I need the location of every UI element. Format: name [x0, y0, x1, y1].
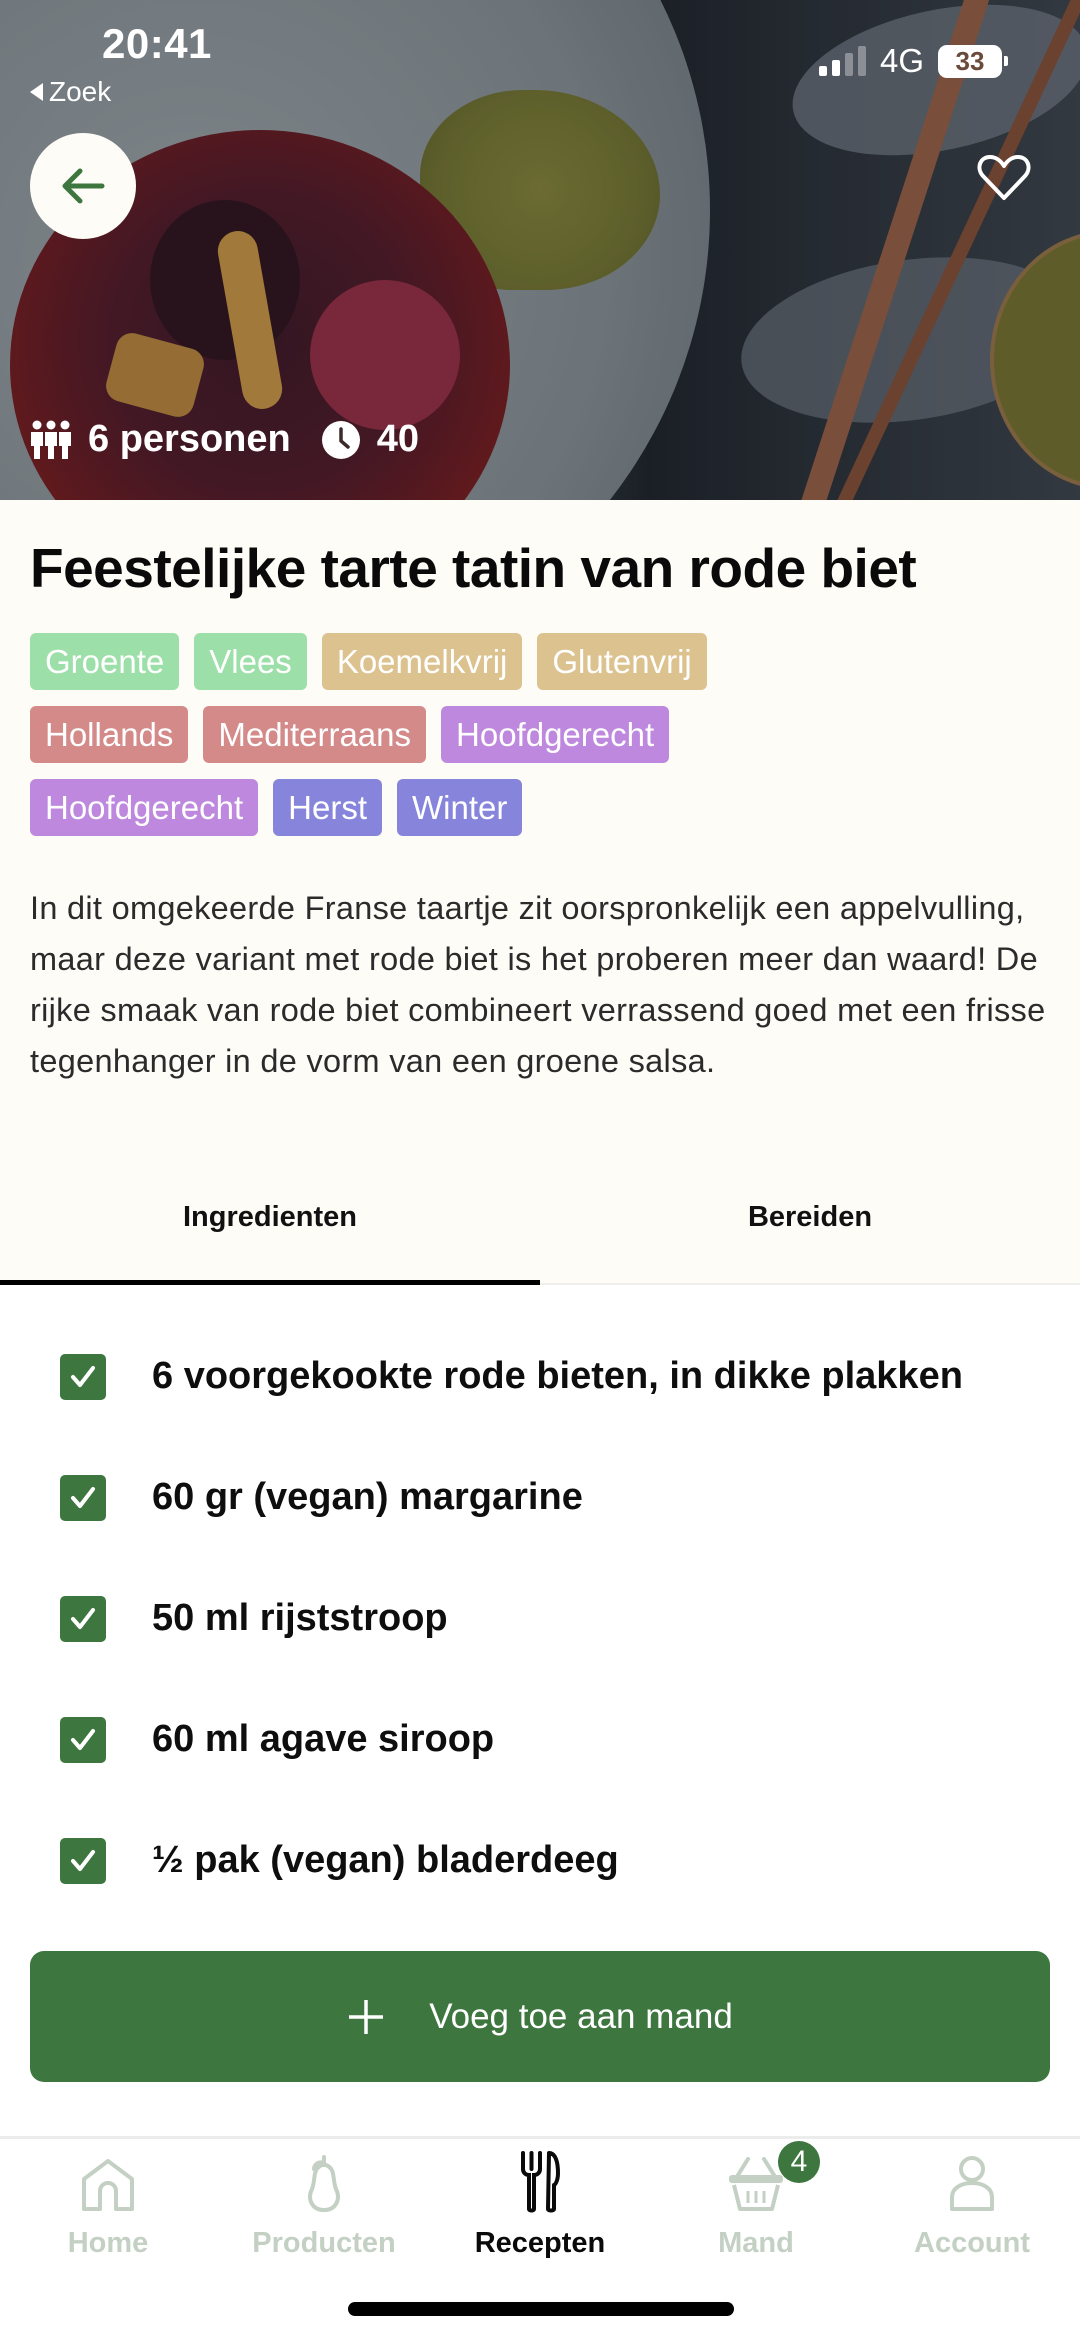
- back-triangle-icon: [30, 83, 43, 101]
- ingredient-checkbox[interactable]: [60, 1353, 106, 1400]
- status-back-label: Zoek: [49, 76, 112, 107]
- checkmark-icon: [71, 1486, 95, 1508]
- ingredient-checkbox[interactable]: [60, 1837, 106, 1884]
- tag-glutenvrij[interactable]: Glutenvrij: [537, 633, 707, 690]
- time-info: 40: [321, 418, 419, 461]
- tag-hoofdgerecht[interactable]: Hoofdgerecht: [30, 779, 259, 836]
- tag-vlees[interactable]: Vlees: [194, 633, 307, 690]
- add-to-cart-button[interactable]: Voeg toe aan mand: [30, 1951, 1050, 2082]
- home-icon: [82, 2159, 134, 2211]
- checkmark-icon: [71, 1607, 95, 1629]
- checkmark-icon: [71, 1849, 95, 1871]
- ingredient-item: 6 voorgekookte rode bieten, in dikke pla…: [0, 1316, 1080, 1437]
- battery-level: 33: [938, 44, 1002, 78]
- nav-account[interactable]: Account: [864, 2139, 1080, 2265]
- arrow-left-icon: [62, 168, 105, 204]
- home-indicator[interactable]: [348, 2302, 734, 2316]
- nav-home[interactable]: Home: [0, 2139, 216, 2265]
- back-button[interactable]: [30, 133, 136, 239]
- heart-icon: [977, 155, 1031, 200]
- tag-row: Hollands Mediterraans Hoofdgerecht: [30, 706, 1050, 763]
- favorite-button[interactable]: [974, 148, 1034, 208]
- plus-icon: [349, 1999, 384, 2034]
- servings-info: 6 personen: [30, 418, 291, 461]
- nav-producten-label: Producten: [252, 2227, 396, 2259]
- ingredient-checkbox[interactable]: [60, 1716, 106, 1763]
- network-type: 4G: [879, 42, 924, 79]
- ingredient-item: 60 ml agave siroop: [0, 1679, 1080, 1800]
- nav-mand[interactable]: 4 Mand: [648, 2139, 864, 2265]
- recipe-title: Feestelijke tarte tatin van rode biet: [30, 537, 917, 599]
- tag-list: Groente Vlees Koemelkvrij Glutenvrij Holland…: [30, 633, 1050, 836]
- people-icon: [31, 420, 71, 459]
- ingredient-checkbox[interactable]: [60, 1474, 106, 1521]
- ingredient-text: 60 ml agave siroop: [152, 1718, 495, 1760]
- recipe-description: In dit omgekeerde Franse taartje zit oor…: [30, 890, 1046, 1079]
- user-icon: [950, 2156, 994, 2211]
- basket-icon: [729, 2157, 783, 2211]
- ingredient-checkbox[interactable]: [60, 1595, 106, 1642]
- tag-groente[interactable]: Groente: [30, 633, 180, 690]
- nav-home-label: Home: [67, 2227, 149, 2259]
- cutlery-icon: [521, 2151, 560, 2213]
- ingredient-list: 6 voorgekookte rode bieten, in dikke pla…: [0, 1316, 1080, 1921]
- checkmark-icon: [71, 1365, 95, 1387]
- status-time: 20:41: [102, 20, 212, 67]
- nav-mand-label: Mand: [718, 2227, 794, 2259]
- recipe-meta: 6 personen 40: [30, 418, 419, 461]
- recipe-tabs: Ingredienten Bereiden: [0, 1160, 1080, 1285]
- tag-hollands[interactable]: Hollands: [30, 706, 189, 763]
- ingredient-text: 6 voorgekookte rode bieten, in dikke pla…: [152, 1355, 963, 1397]
- pear-icon: [308, 2155, 340, 2213]
- time-label: 40: [376, 418, 420, 460]
- tab-ingredienten[interactable]: Ingredienten: [0, 1160, 540, 1285]
- checkmark-icon: [71, 1728, 95, 1750]
- cart-count-badge: 4: [778, 2141, 820, 2183]
- nav-recepten[interactable]: Recepten: [432, 2139, 648, 2265]
- ingredient-text: ½ pak (vegan) bladerdeeg: [152, 1839, 619, 1881]
- recipe-hero-image: 20:41 Zoek 4G 33 6 personen 40: [0, 0, 1080, 500]
- nav-account-label: Account: [914, 2227, 1030, 2259]
- tag-winter[interactable]: Winter: [396, 779, 523, 836]
- tag-mediterraans[interactable]: Mediterraans: [203, 706, 427, 763]
- ingredient-text: 50 ml rijststroop: [152, 1597, 448, 1639]
- add-to-cart-label: Voeg toe aan mand: [429, 1996, 733, 2036]
- ingredient-item: 50 ml rijststroop: [0, 1558, 1080, 1679]
- servings-label: 6 personen: [88, 418, 291, 460]
- status-indicators: 4G 33: [818, 42, 1008, 80]
- signal-strength-icon: [818, 46, 866, 76]
- ingredient-item: 60 gr (vegan) margarine: [0, 1437, 1080, 1558]
- nav-producten[interactable]: Producten: [216, 2139, 432, 2265]
- tag-row: Hoofdgerecht Herst Winter: [30, 779, 1050, 836]
- tag-herst[interactable]: Herst: [273, 779, 382, 836]
- tag-row: Groente Vlees Koemelkvrij Glutenvrij: [30, 633, 1050, 690]
- clock-icon: [321, 420, 360, 459]
- tab-bereiden[interactable]: Bereiden: [540, 1160, 1080, 1283]
- tag-koemelkvrij[interactable]: Koemelkvrij: [321, 633, 523, 690]
- ingredient-item: ½ pak (vegan) bladerdeeg: [0, 1800, 1080, 1921]
- ingredient-text: 60 gr (vegan) margarine: [152, 1476, 583, 1518]
- status-back-to-app[interactable]: Zoek: [30, 76, 111, 108]
- tag-hoofdgerecht[interactable]: Hoofdgerecht: [441, 706, 670, 763]
- nav-recepten-label: Recepten: [474, 2227, 606, 2259]
- battery-icon: 33: [938, 44, 1008, 78]
